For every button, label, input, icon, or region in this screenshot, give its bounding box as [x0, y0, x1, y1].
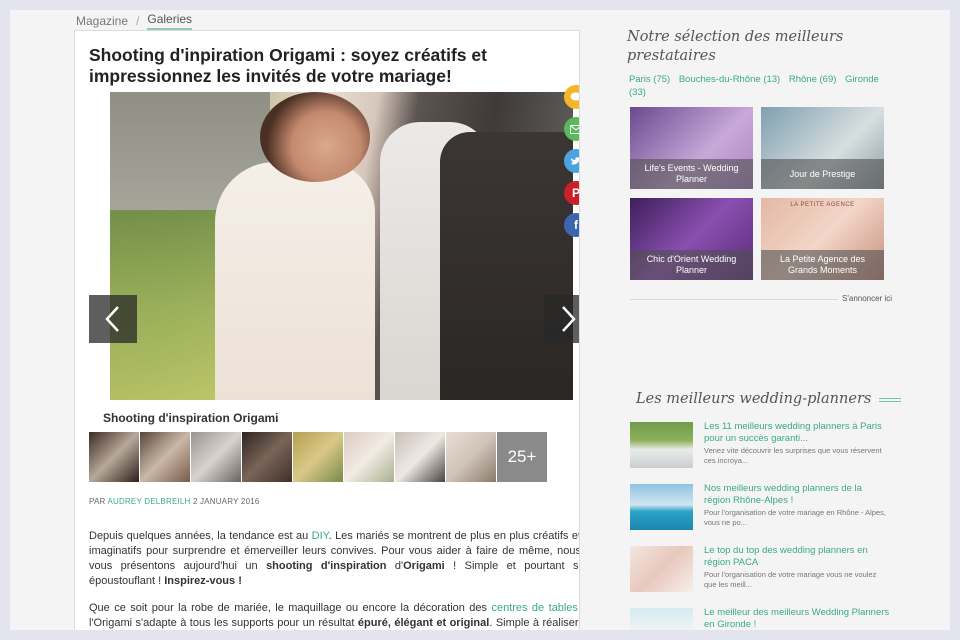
announce-link[interactable]: S'annoncer ici — [838, 294, 892, 303]
paragraph-bold: Inspirez-vous ! — [164, 575, 242, 587]
pinterest-count: 7 — [579, 177, 580, 186]
planner-article-thumbnail[interactable] — [630, 422, 693, 468]
paragraph-text: d' — [386, 560, 404, 572]
title-decoration — [879, 397, 902, 402]
breadcrumb-separator: / — [136, 14, 140, 28]
gallery-thumbnail[interactable] — [293, 432, 343, 482]
gallery-thumbnail[interactable] — [191, 432, 241, 482]
article-paragraph: Que ce soit pour la robe de mariée, le m… — [89, 601, 579, 630]
gallery-next-button[interactable] — [544, 295, 579, 343]
gallery-thumbnail[interactable] — [89, 432, 139, 482]
planners-section-header: Les meilleurs wedding-planners — [636, 390, 902, 409]
planners-title: Les meilleurs wedding-planners — [636, 391, 872, 407]
photo-groom-vest — [440, 132, 573, 400]
photo-bride — [215, 162, 375, 400]
planner-article-title[interactable]: Le meilleur des meilleurs Wedding Planne… — [704, 607, 890, 630]
chevron-left-icon — [105, 306, 119, 332]
gallery-caption: Shooting d'inspiration Origami — [103, 411, 279, 425]
region-tag-bouches-du-rhone[interactable]: Bouches-du-Rhône (13) — [679, 74, 780, 85]
gallery-thumbnail[interactable] — [140, 432, 190, 482]
paragraph-text: Que ce soit pour la robe de mariée, le m… — [89, 602, 492, 614]
breadcrumb-magazine[interactable]: Magazine — [76, 14, 128, 28]
list-item[interactable]: Le meilleur des meilleurs Wedding Planne… — [630, 606, 890, 630]
planner-article-title[interactable]: Le top du top des wedding planners en ré… — [704, 545, 890, 569]
envelope-icon — [570, 124, 579, 134]
breadcrumb: Magazine / Galeries — [76, 10, 193, 32]
chevron-right-icon — [562, 306, 576, 332]
vendor-selection-title: Notre sélection des meilleurs prestatair… — [627, 29, 844, 64]
paragraph-bold: Origami — [403, 560, 445, 572]
list-item[interactable]: Nos meilleurs wedding planners de la rég… — [630, 482, 890, 544]
paragraph-bold: épuré, élégant et original — [357, 617, 490, 629]
planners-list: Les 11 meilleurs wedding planners à Pari… — [630, 420, 890, 630]
planner-article-thumbnail[interactable] — [630, 608, 693, 630]
planner-article-thumbnail[interactable] — [630, 546, 693, 592]
vendor-card[interactable]: Life's Events - Wedding Planner — [630, 107, 753, 189]
list-item[interactable]: Les 11 meilleurs wedding planners à Pari… — [630, 420, 890, 482]
planner-article-thumbnail[interactable] — [630, 484, 693, 530]
publish-date: 2 JANUARY 2016 — [192, 497, 260, 506]
gallery-thumbnail[interactable] — [395, 432, 445, 482]
planner-article-excerpt: Pour l'organisation de votre mariage vou… — [704, 570, 877, 589]
vendor-grid: Life's Events - Wedding Planner Jour de … — [630, 107, 884, 280]
region-tags: Paris (75) Bouches-du-Rhône (13) Rhône (… — [629, 73, 879, 99]
article-card: Shooting d'inpiration Origami : soyez cr… — [74, 30, 580, 630]
more-photos-button[interactable]: 25+ — [497, 432, 547, 482]
vendor-name: Jour de Prestige — [761, 159, 884, 189]
paragraph-bold: shooting d'inspiration — [266, 560, 387, 572]
comment-icon — [570, 92, 579, 101]
pinterest-icon: P — [571, 186, 580, 200]
byline-prefix: PAR — [89, 497, 106, 506]
centres-de-tables-link[interactable]: centres de tables — [491, 602, 577, 614]
vendor-banner: LA PETITE AGENCE — [790, 202, 855, 208]
author-link[interactable]: AUDREY DELBREILH — [107, 497, 190, 506]
gallery-thumbnail[interactable] — [446, 432, 496, 482]
article-body: Depuis quelques années, la tendance est … — [89, 529, 579, 630]
vendor-card[interactable]: Chic d'Orient Wedding Planner — [630, 198, 753, 280]
photo-bride-head — [260, 92, 370, 182]
region-tag-paris[interactable]: Paris (75) — [629, 74, 670, 85]
byline: PAR AUDREY DELBREILH 2 JANUARY 2016 — [89, 497, 260, 506]
article-title: Shooting d'inpiration Origami : soyez cr… — [89, 45, 487, 86]
article-paragraph: Depuis quelques années, la tendance est … — [89, 529, 579, 589]
paragraph-text: Depuis quelques années, la tendance est … — [89, 530, 312, 542]
gallery-thumbnail[interactable] — [242, 432, 292, 482]
planner-article-excerpt: Venez vite découvrir les surprises que v… — [704, 446, 882, 465]
facebook-icon: f — [574, 218, 578, 232]
gallery-thumbnails: 25+ — [89, 432, 547, 482]
gallery-main-photo[interactable] — [110, 92, 573, 400]
list-item[interactable]: Le top du top des wedding planners en ré… — [630, 544, 890, 606]
page: Magazine / Galeries Shooting d'inpiratio… — [10, 10, 950, 630]
twitter-icon — [571, 157, 579, 165]
gallery-prev-button[interactable] — [89, 295, 137, 343]
diy-link[interactable]: DIY — [312, 530, 329, 542]
planner-article-title[interactable]: Nos meilleurs wedding planners de la rég… — [704, 483, 890, 507]
gallery-thumbnail[interactable] — [344, 432, 394, 482]
vendor-name: Chic d'Orient Wedding Planner — [630, 250, 753, 280]
facebook-count: 86 — [579, 208, 580, 217]
planner-article-title[interactable]: Les 11 meilleurs wedding planners à Pari… — [704, 421, 890, 445]
region-tag-rhone[interactable]: Rhône (69) — [789, 74, 837, 85]
vendor-name: Life's Events - Wedding Planner — [630, 159, 753, 189]
vendor-name: La Petite Agence des Grands Moments — [761, 250, 884, 280]
vendor-card[interactable]: LA PETITE AGENCE La Petite Agence des Gr… — [761, 198, 884, 280]
breadcrumb-galeries[interactable]: Galeries — [147, 12, 193, 30]
vendor-card[interactable]: Jour de Prestige — [761, 107, 884, 189]
planner-article-excerpt: Pour l'organisation de votre mariage en … — [704, 508, 886, 527]
